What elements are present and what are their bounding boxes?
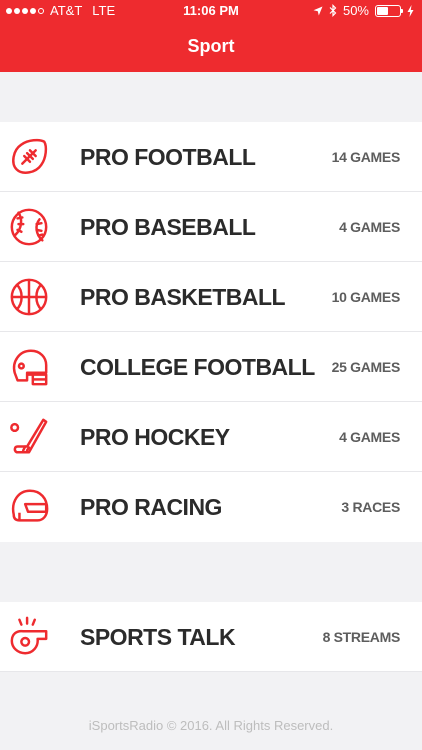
sports-list: PRO FOOTBALL 14 GAMES PRO BASEBALL 4 GAMES P…	[0, 122, 422, 542]
sport-label: PRO FOOTBALL	[80, 144, 256, 170]
charging-icon	[407, 4, 414, 17]
status-right: 50%	[313, 3, 414, 18]
sport-count: 14 GAMES	[331, 149, 401, 165]
sports-talk-count: 8 STREAMS	[322, 629, 401, 645]
sport-row-pro-baseball[interactable]: PRO BASEBALL 4 GAMES	[0, 192, 422, 262]
football-icon	[8, 136, 50, 178]
battery-icon	[375, 4, 403, 17]
sports-talk-row[interactable]: SPORTS TALK 8 STREAMS	[0, 602, 422, 672]
whistle-icon	[8, 616, 50, 658]
sport-count: 25 GAMES	[331, 359, 401, 375]
baseball-icon	[8, 206, 50, 248]
sport-count: 4 GAMES	[339, 429, 400, 445]
sport-count: 4 GAMES	[339, 219, 400, 235]
sport-label: COLLEGE FOOTBALL	[80, 354, 315, 380]
sport-row-pro-basketball[interactable]: PRO BASKETBALL 10 GAMES	[0, 262, 422, 332]
sport-count: 3 RACES	[341, 499, 400, 515]
page-title: Sport	[187, 36, 235, 56]
sport-label: PRO HOCKEY	[80, 424, 230, 450]
football-helmet-icon	[8, 346, 50, 388]
sports-talk-label: SPORTS TALK	[80, 624, 236, 650]
racing-helmet-icon	[8, 486, 50, 528]
app-header: AT&T LTE 11:06 PM 50% Sport	[0, 0, 422, 72]
sport-label: PRO BASKETBALL	[80, 284, 286, 310]
basketball-icon	[8, 276, 50, 318]
sport-label: PRO RACING	[80, 494, 222, 520]
sport-row-pro-hockey[interactable]: PRO HOCKEY 4 GAMES	[0, 402, 422, 472]
battery-percent: 50%	[342, 3, 369, 18]
sport-label: PRO BASEBALL	[80, 214, 256, 240]
sport-count: 10 GAMES	[331, 289, 401, 305]
sport-row-college-football[interactable]: COLLEGE FOOTBALL 25 GAMES	[0, 332, 422, 402]
hockey-stick-icon	[8, 416, 50, 458]
sport-row-pro-racing[interactable]: PRO RACING 3 RACES	[0, 472, 422, 542]
status-bar: AT&T LTE 11:06 PM 50%	[0, 0, 422, 22]
location-icon	[313, 6, 323, 15]
copyright-footer: iSportsRadio © 2016. All Rights Reserved…	[88, 718, 334, 733]
sport-row-pro-football[interactable]: PRO FOOTBALL 14 GAMES	[0, 122, 422, 192]
bluetooth-icon	[329, 4, 337, 17]
